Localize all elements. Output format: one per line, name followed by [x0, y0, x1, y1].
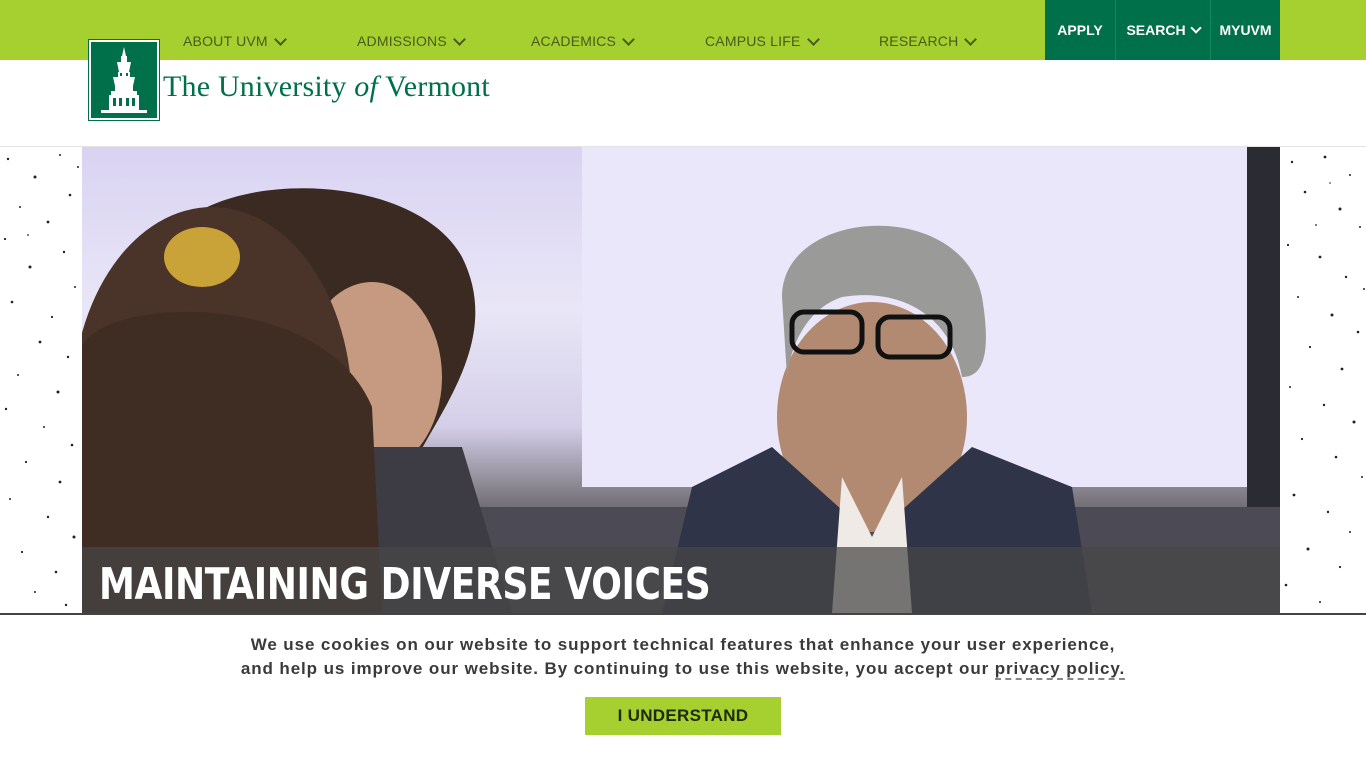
nav-admissions[interactable]: ADMISSIONS [357, 32, 466, 49]
accept-cookies-label: I UNDERSTAND [617, 706, 749, 725]
chevron-down-icon [1189, 22, 1202, 34]
university-wordmark[interactable]: The University of Vermont [163, 70, 490, 104]
myuvm-label: MYUVM [1219, 22, 1272, 38]
wordmark-text-pre: The University [163, 70, 355, 103]
wordmark-text-of: of [354, 70, 379, 103]
apply-label: APPLY [1057, 22, 1103, 38]
chevron-down-icon [806, 32, 820, 46]
hero-title[interactable]: MAINTAINING DIVERSE VOICES [99, 559, 711, 610]
speckle-pattern-left [0, 147, 82, 613]
search-label: SEARCH [1126, 22, 1186, 38]
nav-admissions-label: ADMISSIONS [357, 33, 447, 49]
bell-tower-icon[interactable] [89, 40, 159, 120]
privacy-policy-link[interactable]: privacy policy. [994, 659, 1126, 680]
cookie-message-line-2-text: and help us improve our website. By cont… [240, 659, 995, 678]
cookie-message-line-2: and help us improve our website. By cont… [0, 657, 1366, 681]
chevron-down-icon [622, 32, 635, 46]
speckle-pattern-right [1280, 147, 1366, 613]
chevron-down-icon [453, 32, 466, 46]
cookie-message: We use cookies on our website to support… [0, 633, 1366, 681]
accept-cookies-button[interactable]: I UNDERSTAND [585, 697, 781, 735]
nav-research[interactable]: RESEARCH [879, 32, 978, 49]
hero-image[interactable]: MAINTAINING DIVERSE VOICES [82, 147, 1280, 613]
nav-campus-life[interactable]: CAMPUS LIFE [705, 32, 820, 49]
nav-campus-life-label: CAMPUS LIFE [705, 33, 801, 49]
chevron-down-icon [964, 32, 978, 46]
nav-about-uvm-label: ABOUT UVM [183, 33, 268, 49]
apply-button[interactable]: APPLY [1045, 0, 1115, 60]
nav-academics-label: ACADEMICS [531, 33, 617, 49]
hero-caption-banner: MAINTAINING DIVERSE VOICES [82, 547, 1280, 613]
nav-about-uvm[interactable]: ABOUT UVM [183, 32, 287, 49]
nav-academics[interactable]: ACADEMICS [531, 32, 635, 49]
cookie-consent-banner: We use cookies on our website to support… [0, 613, 1366, 770]
chevron-down-icon [273, 32, 287, 46]
nav-research-label: RESEARCH [879, 33, 959, 49]
cookie-message-line-1: We use cookies on our website to support… [250, 635, 1116, 654]
wordmark-text-post: Vermont [378, 70, 490, 103]
search-button[interactable]: SEARCH [1116, 0, 1210, 60]
myuvm-button[interactable]: MYUVM [1211, 0, 1280, 60]
